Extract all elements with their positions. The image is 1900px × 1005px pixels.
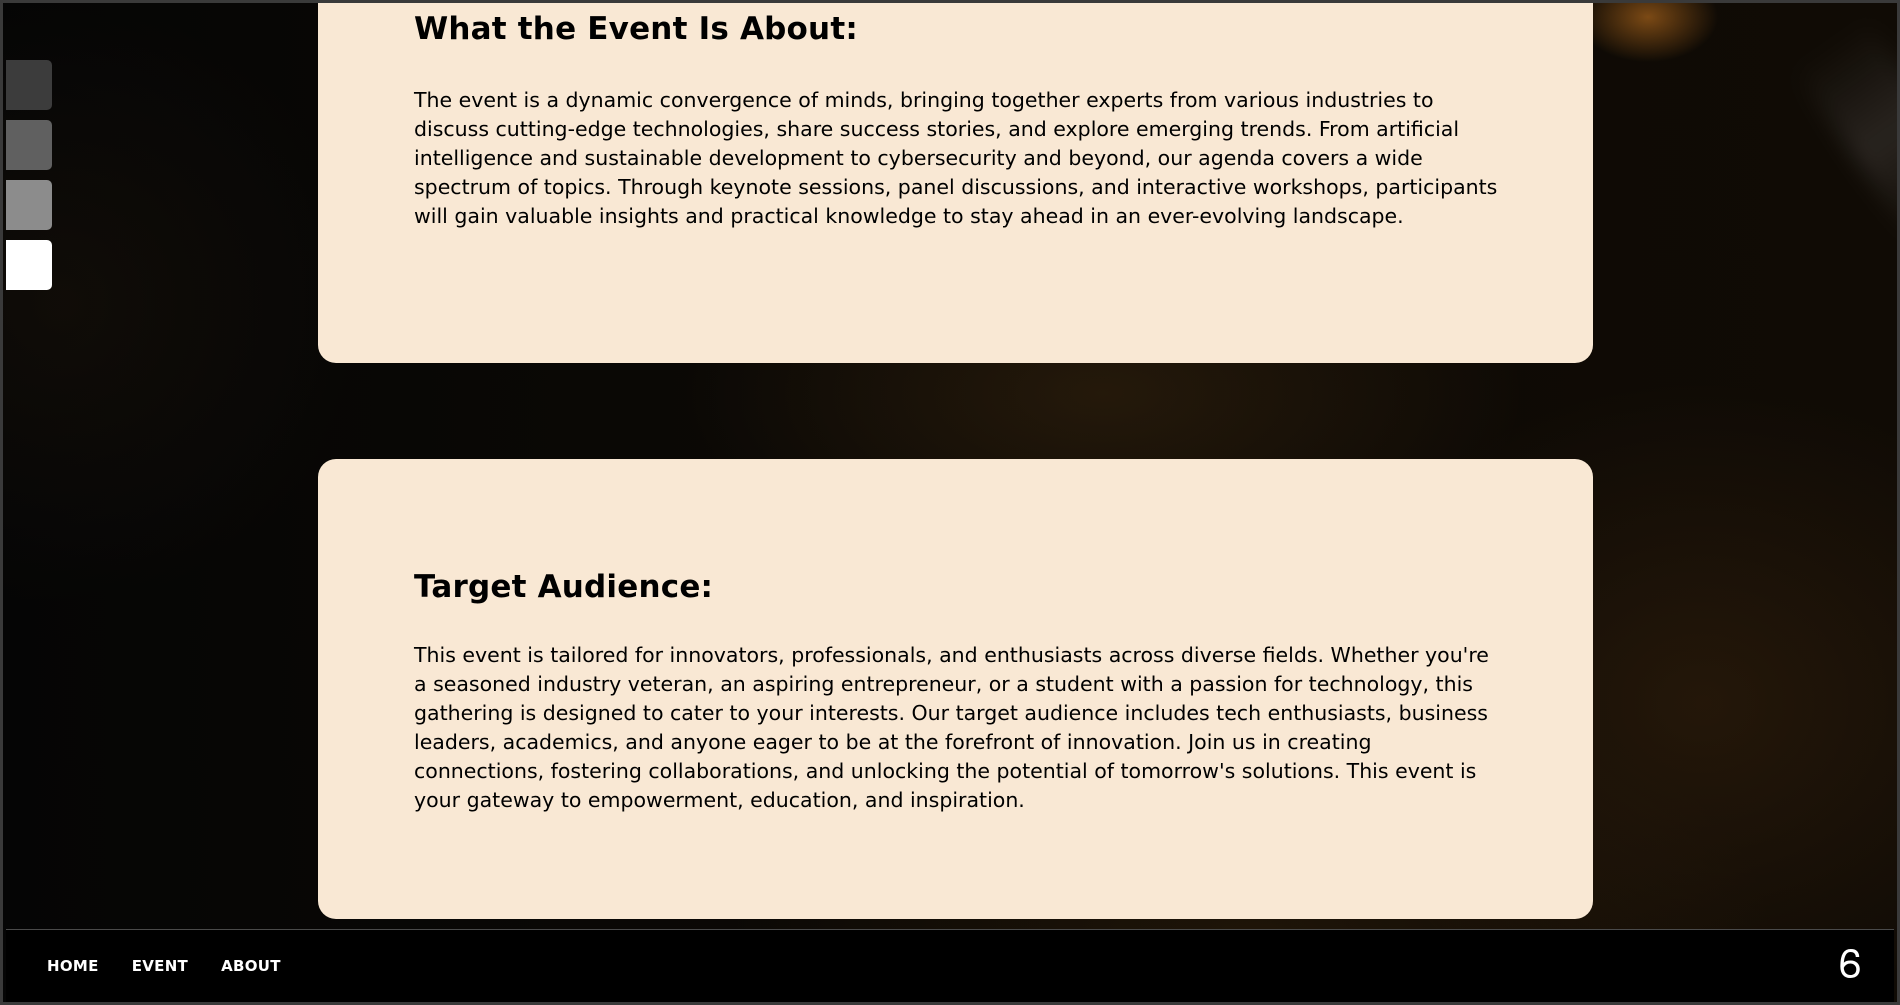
- nav-link-about[interactable]: ABOUT: [221, 957, 281, 975]
- theme-swatch-light-gray[interactable]: [6, 180, 52, 230]
- target-audience-card: Target Audience: This event is tailored …: [318, 459, 1593, 919]
- page-frame: What the Event Is About: The event is a …: [0, 0, 1900, 1005]
- background-light-glare: [1792, 17, 1897, 249]
- theme-swatch-strip: [6, 60, 52, 300]
- brand-logo-icon[interactable]: Ꮾ: [1839, 944, 1862, 984]
- theme-swatch-white[interactable]: [6, 240, 52, 290]
- event-about-card: What the Event Is About: The event is a …: [318, 3, 1593, 363]
- footer-nav: HOME EVENT ABOUT: [47, 957, 314, 975]
- nav-link-home[interactable]: HOME: [47, 957, 99, 975]
- nav-link-event[interactable]: EVENT: [132, 957, 188, 975]
- target-audience-heading: Target Audience:: [414, 569, 714, 605]
- theme-swatch-dark-gray[interactable]: [6, 60, 52, 110]
- event-about-body: The event is a dynamic convergence of mi…: [414, 88, 1498, 228]
- theme-swatch-gray[interactable]: [6, 120, 52, 170]
- footer-nav-bar: HOME EVENT ABOUT Ꮾ: [6, 929, 1894, 1002]
- target-audience-body: This event is tailored for innovators, p…: [414, 643, 1489, 812]
- event-about-heading: What the Event Is About:: [414, 11, 858, 47]
